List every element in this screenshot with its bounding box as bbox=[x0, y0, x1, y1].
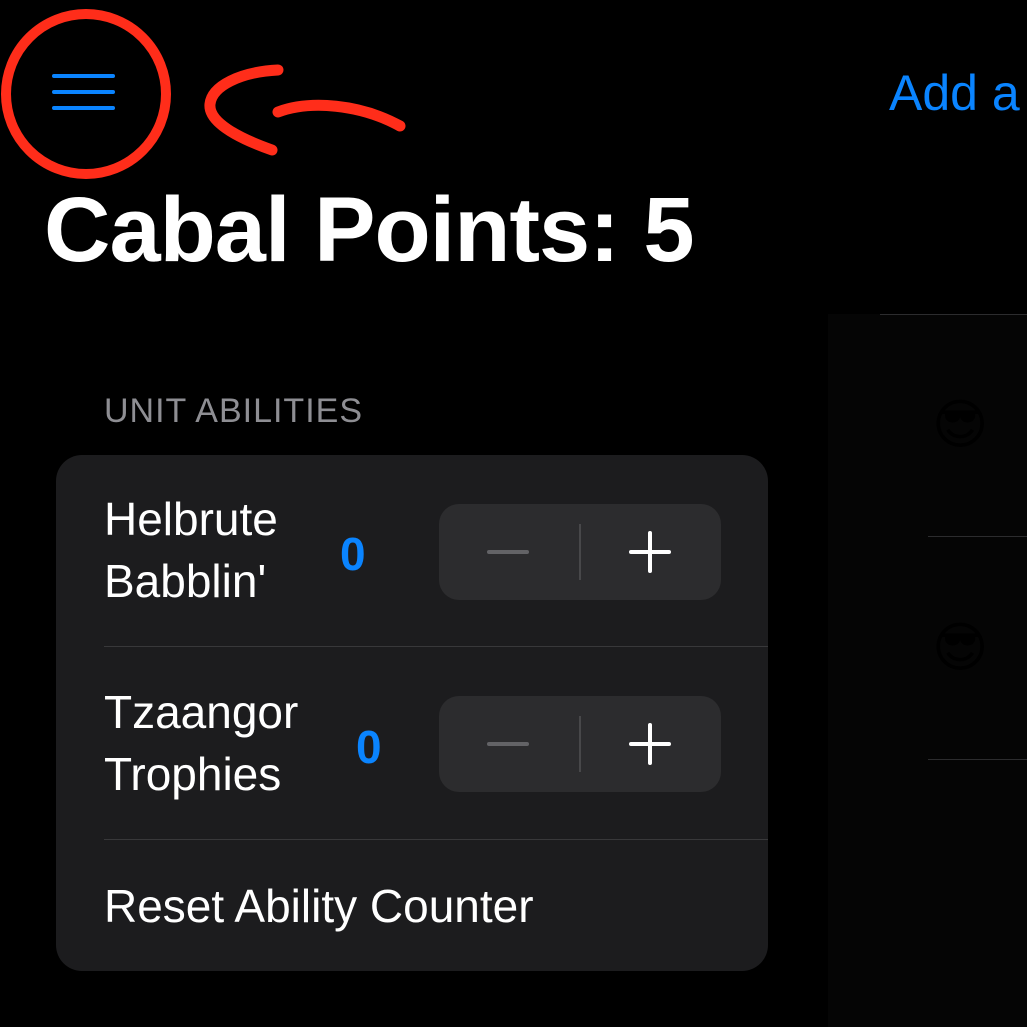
menu-bar bbox=[52, 74, 115, 78]
increment-button[interactable] bbox=[581, 696, 721, 792]
ability-label-line: Helbrute bbox=[104, 493, 278, 545]
ability-label-line: Babblin' bbox=[104, 555, 267, 607]
ability-count: 0 bbox=[356, 721, 382, 773]
row-divider bbox=[104, 839, 768, 840]
row-divider bbox=[104, 646, 768, 647]
annotation-arrow bbox=[204, 64, 284, 156]
ability-label: Helbrute Babblin' bbox=[104, 488, 278, 612]
section-header: UNIT ABILITIES bbox=[104, 392, 364, 430]
abilities-card: Helbrute Babblin' 0 Tzaangor Trophies 0 … bbox=[56, 455, 768, 971]
background-list bbox=[828, 314, 1027, 1027]
annotation-arrow-tail bbox=[272, 99, 406, 132]
ability-label-line: Trophies bbox=[104, 748, 282, 800]
increment-button[interactable] bbox=[581, 504, 721, 600]
background-list-divider bbox=[928, 536, 1027, 537]
reset-ability-counter-button[interactable]: Reset Ability Counter bbox=[104, 875, 534, 937]
page-title: Cabal Points: 5 bbox=[44, 179, 695, 281]
app-screen: 😎 😎 Add a Cabal Points: 5 UNIT ABILITIES… bbox=[0, 0, 1027, 1027]
menu-bar bbox=[52, 106, 115, 110]
menu-bar bbox=[52, 90, 115, 94]
decrement-button[interactable] bbox=[439, 696, 579, 792]
ability-count: 0 bbox=[340, 528, 366, 580]
sunglasses-emoji-icon: 😎 bbox=[932, 618, 989, 678]
hamburger-menu-icon[interactable] bbox=[48, 70, 120, 114]
decrement-button[interactable] bbox=[439, 504, 579, 600]
ability-stepper bbox=[439, 696, 721, 792]
add-link[interactable]: Add a bbox=[889, 64, 1020, 122]
background-list-divider bbox=[880, 314, 1027, 315]
sunglasses-emoji-icon: 😎 bbox=[932, 395, 989, 455]
ability-stepper bbox=[439, 504, 721, 600]
ability-label-line: Tzaangor bbox=[104, 686, 299, 738]
ability-label: Tzaangor Trophies bbox=[104, 681, 298, 805]
background-list-divider bbox=[928, 759, 1027, 760]
